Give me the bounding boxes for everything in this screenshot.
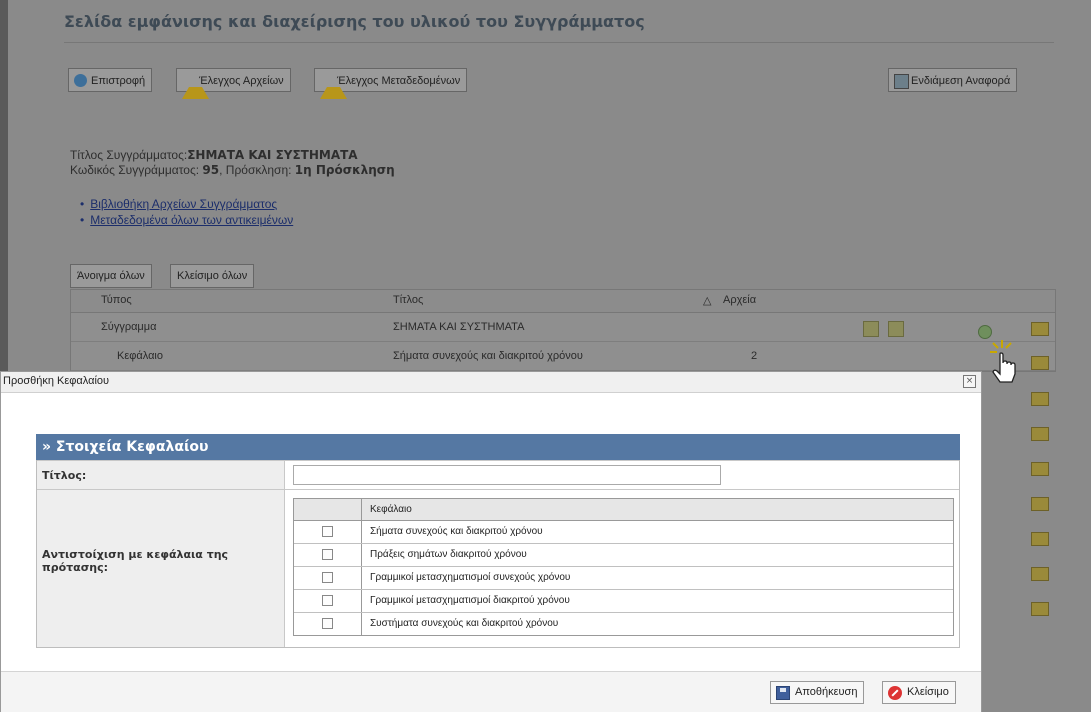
mapping-row: Αντιστοίχιση με κεφάλαια της πρότασης: Κ… (37, 489, 959, 647)
dialog-titlebar: Προσθήκη Κεφαλαίου × (1, 372, 981, 393)
folder-icon[interactable] (1031, 462, 1049, 476)
check-files-button[interactable]: Έλεγχος Αρχείων (176, 68, 291, 99)
chapter-row: Συστήματα συνεχούς και διακριτού χρόνου (294, 613, 953, 635)
cancel-icon (888, 686, 902, 700)
book-meta: Τίτλος Συγγράμματος:ΣΗΜΑΤΑ ΚΑΙ ΣΥΣΤΗΜΑΤΑ… (70, 148, 395, 177)
warning-icon (320, 74, 347, 99)
folder-icon[interactable] (1031, 427, 1049, 441)
edit-icon[interactable] (888, 321, 904, 337)
back-arrow-icon (74, 74, 87, 87)
chapter-title-input[interactable] (293, 465, 721, 485)
table-row: Κεφάλαιο Σήματα συνεχούς και διακριτού χ… (71, 342, 1055, 371)
hand-cursor-icon (990, 340, 1016, 383)
mapping-label: Αντιστοίχιση με κεφάλαια της πρότασης: (42, 548, 229, 574)
table-row: Σύγγραμμα ΣΗΜΑΤΑ ΚΑΙ ΣΥΣΤΗΜΑΤΑ (71, 313, 1055, 342)
chapters-header: Κεφάλαιο (294, 499, 953, 521)
chapters-table: Κεφάλαιο Σήματα συνεχούς και διακριτού χ… (293, 498, 954, 636)
cancel-button[interactable]: Κλείσιμο (882, 681, 956, 704)
chapter-row: Γραμμικοί μετασχηματισμοί διακριτού χρόν… (294, 590, 953, 613)
folder-icon[interactable] (1031, 392, 1049, 406)
report-icon (894, 74, 909, 89)
check-metadata-button[interactable]: Έλεγχος Μεταδεδομένων (314, 68, 468, 99)
metadata-link[interactable]: Μεταδεδομένα όλων των αντικειμένων (90, 213, 293, 227)
chapter-checkbox[interactable] (322, 618, 333, 629)
add-chapter-dialog: Προσθήκη Κεφαλαίου × » Στοιχεία Κεφαλαίο… (0, 371, 982, 712)
links-list: • Βιβλιοθήκη Αρχείων Συγγράμματος • Μεταδε… (80, 197, 294, 227)
chapter-checkbox[interactable] (322, 549, 333, 560)
back-button[interactable]: Επιστροφή (68, 68, 153, 92)
chapter-row: Πράξεις σημάτων διακριτού χρόνου (294, 544, 953, 567)
chapter-form: Τίτλος: Αντιστοίχιση με κεφάλαια της πρό… (36, 460, 960, 648)
collapse-all-button[interactable]: Κλείσιμο όλων (170, 264, 255, 288)
chapter-row: Σήματα συνεχούς και διακριτού χρόνου (294, 521, 953, 544)
details-icon[interactable] (863, 321, 879, 337)
page-title: Σελίδα εμφάνισης και διαχείρισης του υλι… (64, 12, 645, 31)
chapter-checkbox[interactable] (322, 572, 333, 583)
content-grid: Τύπος Τίτλος △ Αρχεία Σύγγραμμα ΣΗΜΑΤΑ Κ… (70, 289, 1056, 372)
add-chapter-icon[interactable] (978, 325, 992, 339)
dialog-footer: Αποθήκευση Κλείσιμο (1, 671, 981, 712)
folder-icon[interactable] (1031, 497, 1049, 511)
section-header: » Στοιχεία Κεφαλαίου (36, 434, 960, 460)
interim-report-button[interactable]: Ενδιάμεση Αναφορά (888, 68, 1018, 92)
chapter-checkbox[interactable] (322, 595, 333, 606)
floppy-disk-icon (776, 686, 790, 700)
chapter-row: Γραμμικοί μετασχηματισμοί συνεχούς χρόνο… (294, 567, 953, 590)
grid-header: Τύπος Τίτλος △ Αρχεία (71, 290, 1055, 313)
folder-icon[interactable] (1031, 602, 1049, 616)
title-row: Τίτλος: (37, 460, 959, 489)
folder-icon[interactable] (1031, 532, 1049, 546)
library-link[interactable]: Βιβλιοθήκη Αρχείων Συγγράμματος (90, 197, 277, 211)
warning-icon (182, 74, 209, 99)
chapter-checkbox[interactable] (322, 526, 333, 537)
title-divider (64, 42, 1054, 43)
folder-icon[interactable] (1031, 322, 1049, 336)
save-button[interactable]: Αποθήκευση (770, 681, 865, 704)
title-label: Τίτλος: (42, 469, 87, 482)
folder-icon[interactable] (1031, 356, 1049, 370)
close-icon[interactable]: × (963, 375, 976, 388)
dialog-title: Προσθήκη Κεφαλαίου (3, 375, 110, 387)
folder-icon[interactable] (1031, 567, 1049, 581)
expand-all-button[interactable]: Άνοιγμα όλων (70, 264, 152, 288)
